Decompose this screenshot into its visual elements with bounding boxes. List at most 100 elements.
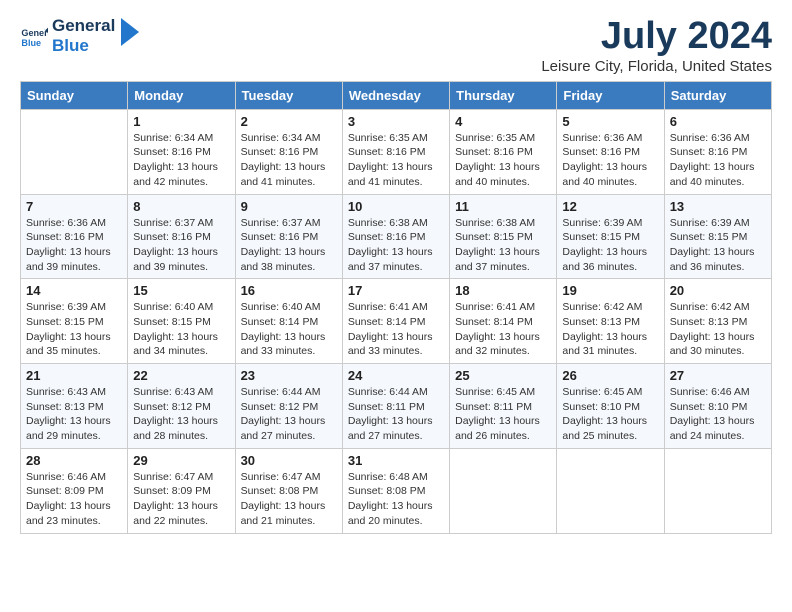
calendar-cell: 1Sunrise: 6:34 AMSunset: 8:16 PMDaylight… [128, 109, 235, 194]
svg-text:Blue: Blue [21, 38, 41, 48]
day-number: 5 [562, 114, 658, 129]
calendar-week-row: 7 Sunrise: 6:36 AMSunset: 8:16 PMDaylight… [21, 194, 772, 279]
day-number: 30 [241, 453, 337, 468]
calendar-cell: 18Sunrise: 6:41 AMSunset: 8:14 PMDayligh… [450, 279, 557, 364]
day-number: 6 [670, 114, 766, 129]
calendar-cell: 9Sunrise: 6:37 AMSunset: 8:16 PMDaylight… [235, 194, 342, 279]
day-info: Sunrise: 6:36 AMSunset: 8:16 PMDaylight:… [670, 131, 766, 190]
day-info: Sunrise: 6:41 AMSunset: 8:14 PMDaylight:… [348, 300, 444, 359]
day-number: 13 [670, 199, 766, 214]
title-block: July 2024 Leisure City, Florida, United … [541, 16, 772, 75]
calendar-cell: 14 Sunrise: 6:39 AMSunset: 8:15 PMDayligh… [21, 279, 128, 364]
calendar-cell: 29 Sunrise: 6:47 AMSunset: 8:09 PMDayligh… [128, 448, 235, 533]
calendar-cell: 11Sunrise: 6:38 AMSunset: 8:15 PMDayligh… [450, 194, 557, 279]
day-number: 28 [26, 453, 122, 468]
logo-arrow-icon [121, 18, 139, 46]
calendar-cell: 26Sunrise: 6:45 AMSunset: 8:10 PMDayligh… [557, 364, 664, 449]
day-info: Sunrise: 6:42 AMSunset: 8:13 PMDaylight:… [562, 300, 658, 359]
day-info: Sunrise: 6:39 AMSunset: 8:15 PMDaylight:… [670, 216, 766, 275]
calendar-cell: 7 Sunrise: 6:36 AMSunset: 8:16 PMDaylight… [21, 194, 128, 279]
calendar-cell: 15Sunrise: 6:40 AMSunset: 8:15 PMDayligh… [128, 279, 235, 364]
day-info: Sunrise: 6:47 AMSunset: 8:08 PMDaylight:… [241, 470, 337, 529]
day-info: Sunrise: 6:40 AMSunset: 8:14 PMDaylight:… [241, 300, 337, 359]
calendar-cell: 2 Sunrise: 6:34 AMSunset: 8:16 PMDaylight… [235, 109, 342, 194]
day-info: Sunrise: 6:36 AMSunset: 8:16 PMDaylight:… [26, 216, 122, 275]
day-info: Sunrise: 6:46 AMSunset: 8:10 PMDaylight:… [670, 385, 766, 444]
calendar-cell: 3 Sunrise: 6:35 AMSunset: 8:16 PMDaylight… [342, 109, 449, 194]
calendar-cell: 12 Sunrise: 6:39 AMSunset: 8:15 PMDayligh… [557, 194, 664, 279]
day-number: 1 [133, 114, 229, 129]
calendar-week-row: 28 Sunrise: 6:46 AMSunset: 8:09 PMDayligh… [21, 448, 772, 533]
day-number: 20 [670, 283, 766, 298]
day-number: 16 [241, 283, 337, 298]
day-info: Sunrise: 6:35 AMSunset: 8:16 PMDaylight:… [455, 131, 551, 190]
day-number: 4 [455, 114, 551, 129]
day-info: Sunrise: 6:42 AMSunset: 8:13 PMDaylight:… [670, 300, 766, 359]
calendar-header-row: SundayMondayTuesdayWednesdayThursdayFrid… [21, 81, 772, 109]
day-number: 18 [455, 283, 551, 298]
day-info: Sunrise: 6:47 AMSunset: 8:09 PMDaylight:… [133, 470, 229, 529]
day-info: Sunrise: 6:34 AMSunset: 8:16 PMDaylight:… [241, 131, 337, 190]
day-number: 29 [133, 453, 229, 468]
svg-text:General: General [21, 28, 48, 38]
calendar-cell: 25 Sunrise: 6:45 AMSunset: 8:11 PMDayligh… [450, 364, 557, 449]
calendar-cell: 13 Sunrise: 6:39 AMSunset: 8:15 PMDayligh… [664, 194, 771, 279]
day-info: Sunrise: 6:43 AMSunset: 8:12 PMDaylight:… [133, 385, 229, 444]
day-number: 8 [133, 199, 229, 214]
calendar-cell [664, 448, 771, 533]
day-info: Sunrise: 6:46 AMSunset: 8:09 PMDaylight:… [26, 470, 122, 529]
logo-general-text: General [52, 16, 115, 36]
calendar-cell: 23 Sunrise: 6:44 AMSunset: 8:12 PMDayligh… [235, 364, 342, 449]
day-number: 14 [26, 283, 122, 298]
day-number: 15 [133, 283, 229, 298]
day-number: 2 [241, 114, 337, 129]
day-info: Sunrise: 6:38 AMSunset: 8:16 PMDaylight:… [348, 216, 444, 275]
day-info: Sunrise: 6:43 AMSunset: 8:13 PMDaylight:… [26, 385, 122, 444]
day-number: 26 [562, 368, 658, 383]
month-year-title: July 2024 [541, 16, 772, 58]
calendar-week-row: 1 Sunrise: 6:34 AMSunset: 8:16 PMDaylight… [21, 109, 772, 194]
calendar-cell: 5Sunrise: 6:36 AMSunset: 8:16 PMDaylight… [557, 109, 664, 194]
day-number: 12 [562, 199, 658, 214]
calendar-cell: 16 Sunrise: 6:40 AMSunset: 8:14 PMDayligh… [235, 279, 342, 364]
weekday-header-saturday: Saturday [664, 81, 771, 109]
weekday-header-monday: Monday [128, 81, 235, 109]
day-info: Sunrise: 6:44 AMSunset: 8:11 PMDaylight:… [348, 385, 444, 444]
day-number: 10 [348, 199, 444, 214]
page-header: General Blue General Blue July 2024 Leis… [20, 16, 772, 75]
calendar-cell: 17 Sunrise: 6:41 AMSunset: 8:14 PMDayligh… [342, 279, 449, 364]
day-number: 31 [348, 453, 444, 468]
weekday-header-wednesday: Wednesday [342, 81, 449, 109]
day-number: 21 [26, 368, 122, 383]
calendar-cell [557, 448, 664, 533]
day-info: Sunrise: 6:44 AMSunset: 8:12 PMDaylight:… [241, 385, 337, 444]
calendar-cell: 31 Sunrise: 6:48 AMSunset: 8:08 PMDayligh… [342, 448, 449, 533]
day-number: 25 [455, 368, 551, 383]
day-info: Sunrise: 6:39 AMSunset: 8:15 PMDaylight:… [562, 216, 658, 275]
day-info: Sunrise: 6:39 AMSunset: 8:15 PMDaylight:… [26, 300, 122, 359]
calendar-cell: 19 Sunrise: 6:42 AMSunset: 8:13 PMDayligh… [557, 279, 664, 364]
weekday-header-sunday: Sunday [21, 81, 128, 109]
calendar-cell: 10 Sunrise: 6:38 AMSunset: 8:16 PMDayligh… [342, 194, 449, 279]
day-info: Sunrise: 6:48 AMSunset: 8:08 PMDaylight:… [348, 470, 444, 529]
day-number: 7 [26, 199, 122, 214]
calendar-table: SundayMondayTuesdayWednesdayThursdayFrid… [20, 81, 772, 534]
day-number: 17 [348, 283, 444, 298]
weekday-header-friday: Friday [557, 81, 664, 109]
day-info: Sunrise: 6:37 AMSunset: 8:16 PMDaylight:… [241, 216, 337, 275]
calendar-week-row: 14 Sunrise: 6:39 AMSunset: 8:15 PMDayligh… [21, 279, 772, 364]
calendar-cell: 4 Sunrise: 6:35 AMSunset: 8:16 PMDaylight… [450, 109, 557, 194]
logo-icon: General Blue [20, 22, 48, 50]
weekday-header-thursday: Thursday [450, 81, 557, 109]
day-info: Sunrise: 6:45 AMSunset: 8:11 PMDaylight:… [455, 385, 551, 444]
day-number: 3 [348, 114, 444, 129]
calendar-cell: 21 Sunrise: 6:43 AMSunset: 8:13 PMDayligh… [21, 364, 128, 449]
logo-blue-text: Blue [52, 36, 89, 55]
calendar-cell: 8Sunrise: 6:37 AMSunset: 8:16 PMDaylight… [128, 194, 235, 279]
day-info: Sunrise: 6:35 AMSunset: 8:16 PMDaylight:… [348, 131, 444, 190]
day-number: 19 [562, 283, 658, 298]
calendar-cell: 6 Sunrise: 6:36 AMSunset: 8:16 PMDaylight… [664, 109, 771, 194]
calendar-cell: 28 Sunrise: 6:46 AMSunset: 8:09 PMDayligh… [21, 448, 128, 533]
calendar-cell: 24Sunrise: 6:44 AMSunset: 8:11 PMDayligh… [342, 364, 449, 449]
day-number: 23 [241, 368, 337, 383]
